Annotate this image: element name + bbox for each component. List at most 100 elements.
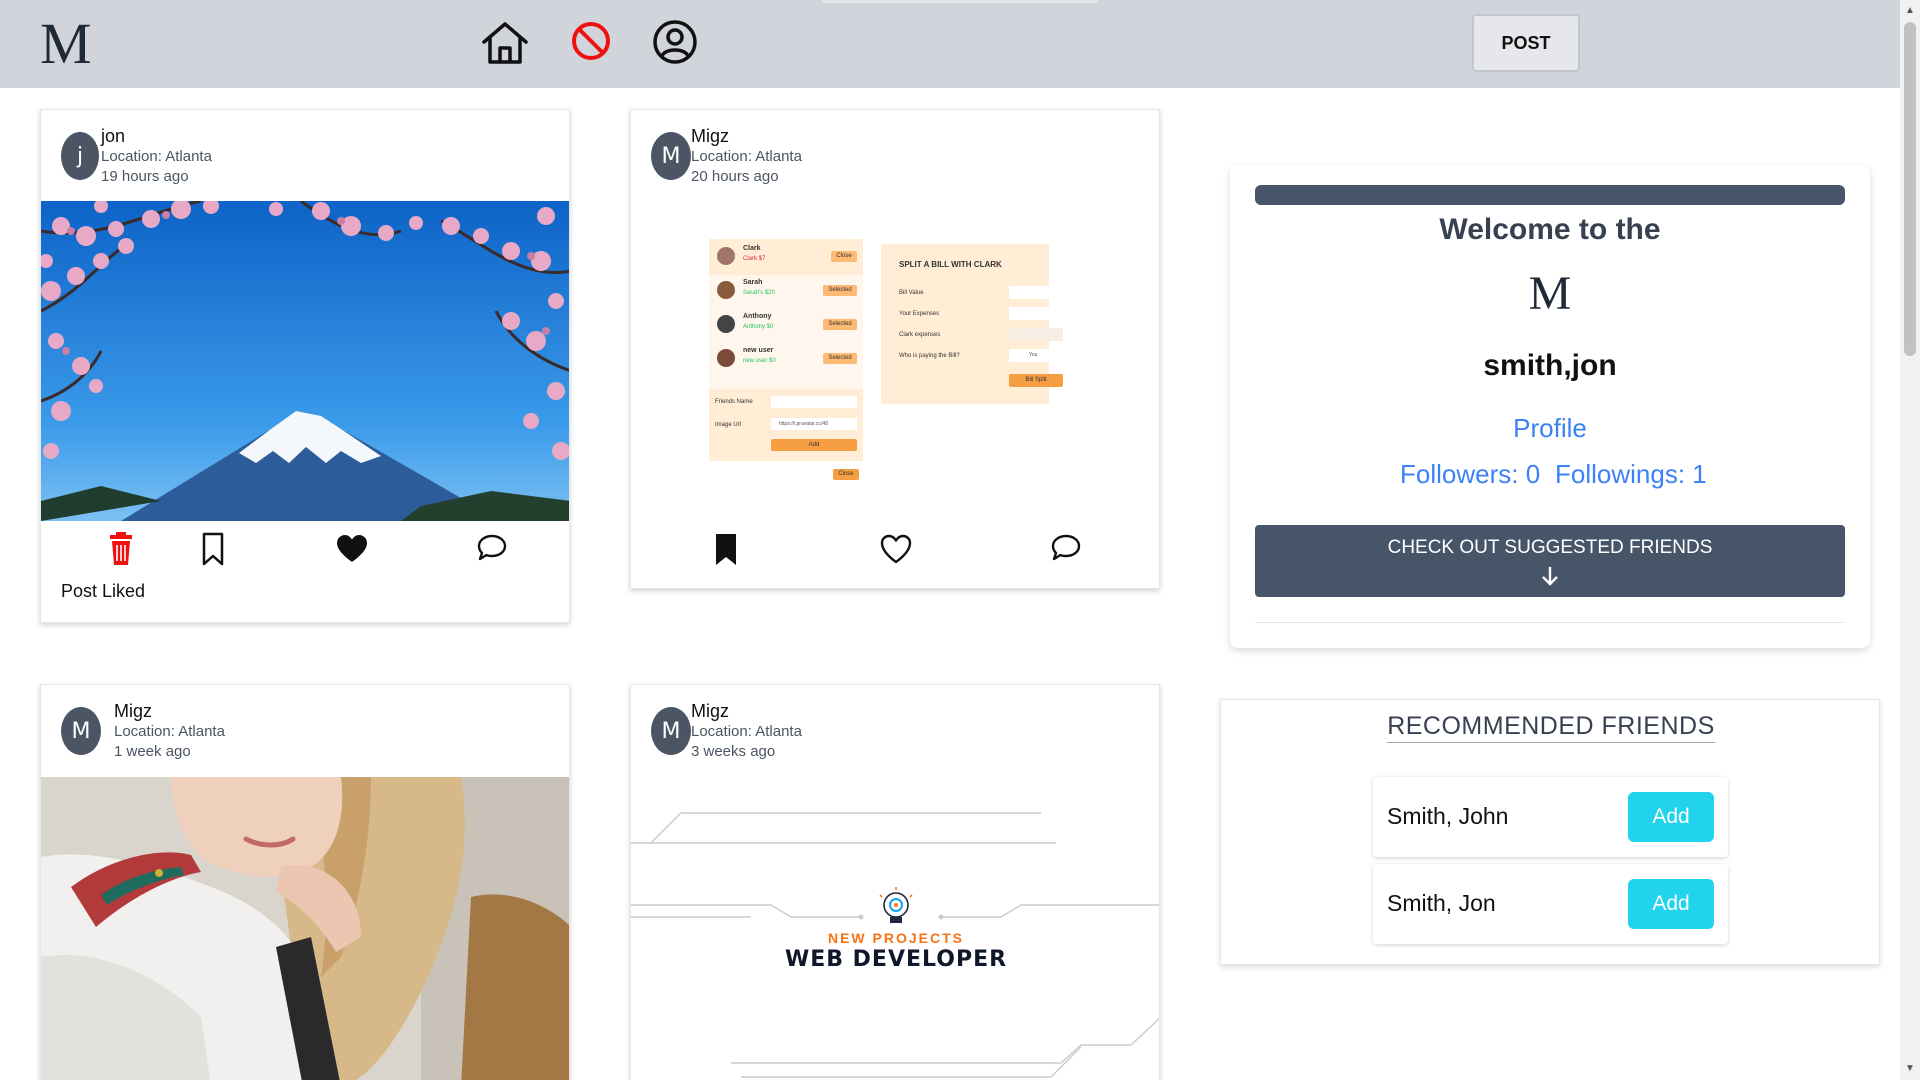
circuit-lines-graphic [631,812,1159,1078]
scroll-down-icon[interactable]: ▼ [1900,1062,1920,1076]
your-expenses-label: Your Expenses [899,311,940,317]
friend-balance: Sarah's $20 [743,290,775,296]
post-card: M Migz Location: Atlanta 20 hours ago Cl… [630,109,1160,589]
friend-select-button: Selected [823,319,857,330]
post-location: Location: Atlanta [114,723,225,740]
bill-value-field [1009,286,1063,299]
close-form-button: Close [833,469,859,480]
friend-select-button: Selected [823,353,857,364]
post-image[interactable]: Clark Clark $7 Close Sarah Sarah's $20 S… [631,201,1159,521]
top-tab-hint [822,0,1098,3]
avatar[interactable]: M [61,707,101,755]
friend-balance: new user $0 [743,358,776,364]
post-actions [631,528,1159,588]
scroll-up-icon[interactable]: ▲ [1900,4,1920,18]
post-location: Location: Atlanta [101,148,212,165]
post-image[interactable]: NEW PROJECTS WEB DEVELOPER [631,777,1159,1080]
trash-icon[interactable] [104,532,138,566]
account-icon[interactable] [650,18,700,68]
post-image[interactable] [41,777,569,1080]
bookmark-icon[interactable] [196,532,230,566]
friend-name-label: Friends Name [715,399,753,405]
blocked-icon[interactable] [566,18,616,68]
profile-logo: M [1528,267,1572,320]
home-icon[interactable] [480,18,530,68]
post-image[interactable] [41,201,569,521]
post-author[interactable]: jon [101,126,125,147]
post-card: M Migz Location: Atlanta 1 week ago [40,684,570,1080]
friend-name: Anthony [743,313,772,320]
friend-select-button: Close [831,251,857,262]
split-bill-form: SPLIT A BILL WITH CLARK Bill Value Your … [881,244,1063,404]
post-header: M Migz Location: Atlanta 20 hours ago [631,110,1159,200]
who-paying-select: You [1009,349,1063,362]
avatar[interactable]: M [651,707,691,755]
add-friend-button[interactable]: Add [1628,879,1714,929]
top-navbar: M POST [0,0,1900,88]
who-paying-label: Who is paying the Bill? [899,353,960,359]
arrow-down-icon [1542,567,1558,586]
post-author[interactable]: Migz [691,126,729,147]
post-author[interactable]: Migz [114,701,152,722]
post-time: 20 hours ago [691,168,779,185]
friend-name: Smith, John [1387,803,1509,829]
heart-icon[interactable] [879,532,913,566]
friend-avatar [717,349,735,367]
split-form-title: SPLIT A BILL WITH CLARK [899,260,1002,269]
clark-expenses-field [1009,328,1063,341]
comment-icon[interactable] [475,532,509,566]
post-actions [41,528,569,588]
avatar[interactable]: j [61,132,99,180]
post-header: M Migz Location: Atlanta 3 weeks ago [631,685,1159,775]
friend-avatar [717,315,735,333]
bill-value-label: Bill Value [899,290,924,296]
split-bill-button: Bill Split [1009,374,1063,387]
post-liked-status: Post Liked [61,581,146,601]
post-header: M Migz Location: Atlanta 1 week ago [41,685,569,775]
post-location: Location: Atlanta [691,723,802,740]
post-button[interactable]: POST [1472,14,1580,72]
followers-link[interactable]: Followers: 0 [1400,459,1540,490]
friend-name-field [771,396,857,408]
woman-in-uniform-image [41,777,569,1080]
profile-link[interactable]: Profile [1230,413,1870,444]
your-expenses-field [1009,307,1063,320]
bookmark-filled-icon[interactable] [709,532,743,566]
post-time: 19 hours ago [101,168,189,185]
add-friend-button[interactable]: Add [1628,792,1714,842]
profile-username: smith,jon [1483,349,1617,382]
clark-expenses-label: Clark expenses [899,332,941,338]
comment-icon[interactable] [1049,532,1083,566]
post-header: j jon Location: Atlanta 19 hours ago [41,110,569,200]
post-card: M Migz Location: Atlanta 3 weeks ago NEW… [630,684,1160,1080]
friend-avatar [717,247,735,265]
scrollbar-thumb[interactable] [1904,22,1916,356]
avatar[interactable]: M [651,132,691,180]
post-location: Location: Atlanta [691,148,802,165]
post-author[interactable]: Migz [691,701,729,722]
banner-title: WEB DEVELOPER [784,947,1008,972]
suggested-friends-label: CHECK OUT SUGGESTED FRIENDS [1387,537,1713,558]
followings-link[interactable]: Followings: 1 [1555,459,1707,490]
friend-balance: Clark $7 [743,256,766,262]
recommended-friends-panel: RECOMMENDED FRIENDS Smith, John Add Smit… [1220,699,1880,965]
friend-card: Smith, John Add [1373,777,1728,857]
image-url-field: https://i.pravatar.cc/48 [771,418,857,430]
image-url-label: Image Url [715,422,742,428]
friend-name: new user [743,347,774,354]
heart-filled-icon[interactable] [335,532,369,566]
profile-panel: Welcome to the M smith,jon Profile Follo… [1230,165,1870,648]
divider [1255,622,1845,623]
recommended-title: RECOMMENDED FRIENDS [1221,712,1881,743]
friend-balance: Anthony $0 [743,324,774,330]
suggested-friends-button[interactable]: CHECK OUT SUGGESTED FRIENDS [1255,525,1845,597]
banner-kicker: NEW PROJECTS [827,930,964,946]
post-time: 3 weeks ago [691,743,776,760]
lightbulb-gear-icon [879,887,913,923]
friend-avatar [717,281,735,299]
page-scrollbar[interactable]: ▲ ▼ [1900,0,1920,1080]
split-friends-list: Clark Clark $7 Close Sarah Sarah's $20 S… [709,239,863,397]
logo[interactable]: M [40,15,92,73]
post-card: j jon Location: Atlanta 19 hours ago Pos… [40,109,570,623]
friend-name: Smith, Jon [1387,890,1496,916]
